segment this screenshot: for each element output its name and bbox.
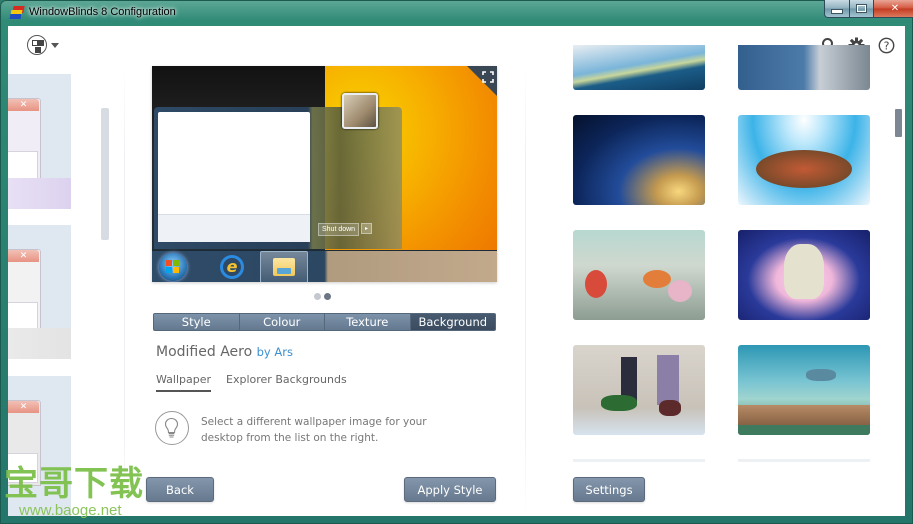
theme-list-scrollbar[interactable] <box>101 108 109 240</box>
tab-colour[interactable]: Colour <box>239 314 325 330</box>
theme-author-link[interactable]: by Ars <box>257 345 293 359</box>
watermark-url: www.baoge.net <box>19 502 122 519</box>
close-icon: ✕ <box>8 250 39 262</box>
user-picture <box>342 93 378 129</box>
close-button[interactable]: ✕ <box>873 0 913 18</box>
maximize-icon <box>856 4 867 13</box>
windowblinds-logo-icon <box>9 6 25 19</box>
theme-name: Modified Aero <box>156 344 253 360</box>
wallpaper-flying-turtle[interactable] <box>738 115 870 205</box>
tab-style[interactable]: Style <box>154 314 240 330</box>
wallpaper-row-partial <box>738 459 870 462</box>
subtab-wallpaper[interactable]: Wallpaper <box>156 373 212 392</box>
theme-list: ✕ ✕ ✕ <box>8 74 72 516</box>
pager-dot-2[interactable] <box>324 293 331 300</box>
preview-taskbar <box>152 250 497 282</box>
view-switch-button[interactable] <box>27 35 67 59</box>
window-title: WindowBlinds 8 Configuration <box>29 6 176 18</box>
watermark-text: 宝哥下载 <box>4 464 144 504</box>
search-area <box>158 215 310 242</box>
tip-text: Select a different wallpaper image for y… <box>201 416 427 444</box>
app-window: WindowBlinds 8 Configuration ✕ ? ✕ ✕ ✕ S… <box>0 0 913 524</box>
client-area: ? ✕ ✕ ✕ Shut down ▸ e Style Colour Textu… <box>8 26 905 516</box>
lightbulb-icon <box>155 411 189 445</box>
mini-window: ✕ <box>8 98 41 184</box>
minimize-button[interactable] <box>824 0 850 18</box>
explorer-taskbar-button <box>260 251 308 282</box>
theme-title: Modified Aero by Ars <box>156 344 293 360</box>
minimize-icon <box>831 9 843 14</box>
expand-icon[interactable] <box>482 68 494 83</box>
subtab-explorer-backgrounds[interactable]: Explorer Backgrounds <box>226 373 347 392</box>
divider <box>124 66 125 516</box>
shutdown-label: Shut down <box>318 223 360 236</box>
tab-background[interactable]: Background <box>410 314 495 330</box>
mini-taskbar <box>8 178 71 209</box>
help-icon[interactable]: ? <box>878 37 895 54</box>
close-icon: ✕ <box>8 99 39 111</box>
wallpaper-bridge-arches[interactable] <box>573 115 705 205</box>
wallpaper-walking-castles[interactable] <box>573 345 705 435</box>
wallpaper-cloud-creature[interactable] <box>738 230 870 320</box>
divider <box>525 66 526 516</box>
wallpaper-flying-town[interactable] <box>738 345 870 435</box>
wallpaper-blue-streak[interactable] <box>573 45 705 90</box>
svg-text:?: ? <box>884 40 890 53</box>
wallpaper-forest-creatures[interactable] <box>573 230 705 320</box>
close-icon: ✕ <box>8 401 39 413</box>
mini-window-content <box>8 151 38 181</box>
grid-view-icon <box>27 35 47 55</box>
wallpaper-list-scrollbar[interactable] <box>895 109 902 137</box>
folder-icon <box>273 258 295 276</box>
wallpaper-honeycomb[interactable] <box>738 45 870 90</box>
close-icon: ✕ <box>890 3 900 14</box>
apply-style-button[interactable]: Apply Style <box>404 477 496 502</box>
mini-window: ✕ <box>8 249 41 335</box>
config-tabs: Style Colour Texture Background <box>153 313 496 331</box>
mini-taskbar <box>8 328 71 359</box>
shutdown-arrow-icon: ▸ <box>361 223 372 234</box>
start-orb-icon <box>159 253 187 281</box>
title-bar[interactable]: WindowBlinds 8 Configuration ✕ <box>0 0 913 26</box>
settings-button[interactable]: Settings <box>573 477 645 502</box>
preview-pager <box>314 293 331 300</box>
theme-preview-image: Shut down ▸ e <box>152 66 497 282</box>
chevron-down-icon <box>51 43 59 48</box>
tab-texture[interactable]: Texture <box>325 314 411 330</box>
pager-dot-1[interactable] <box>314 293 321 300</box>
preview-start-menu-pane <box>158 112 310 242</box>
internet-explorer-icon: e <box>220 255 244 279</box>
theme-preview-1[interactable]: ✕ <box>8 74 71 209</box>
theme-preview-2[interactable]: ✕ <box>8 225 71 359</box>
maximize-button[interactable] <box>849 0 874 18</box>
background-subtabs: Wallpaper Explorer Backgrounds <box>156 373 347 392</box>
wallpaper-row-partial <box>573 459 705 462</box>
back-button[interactable]: Back <box>146 477 214 502</box>
